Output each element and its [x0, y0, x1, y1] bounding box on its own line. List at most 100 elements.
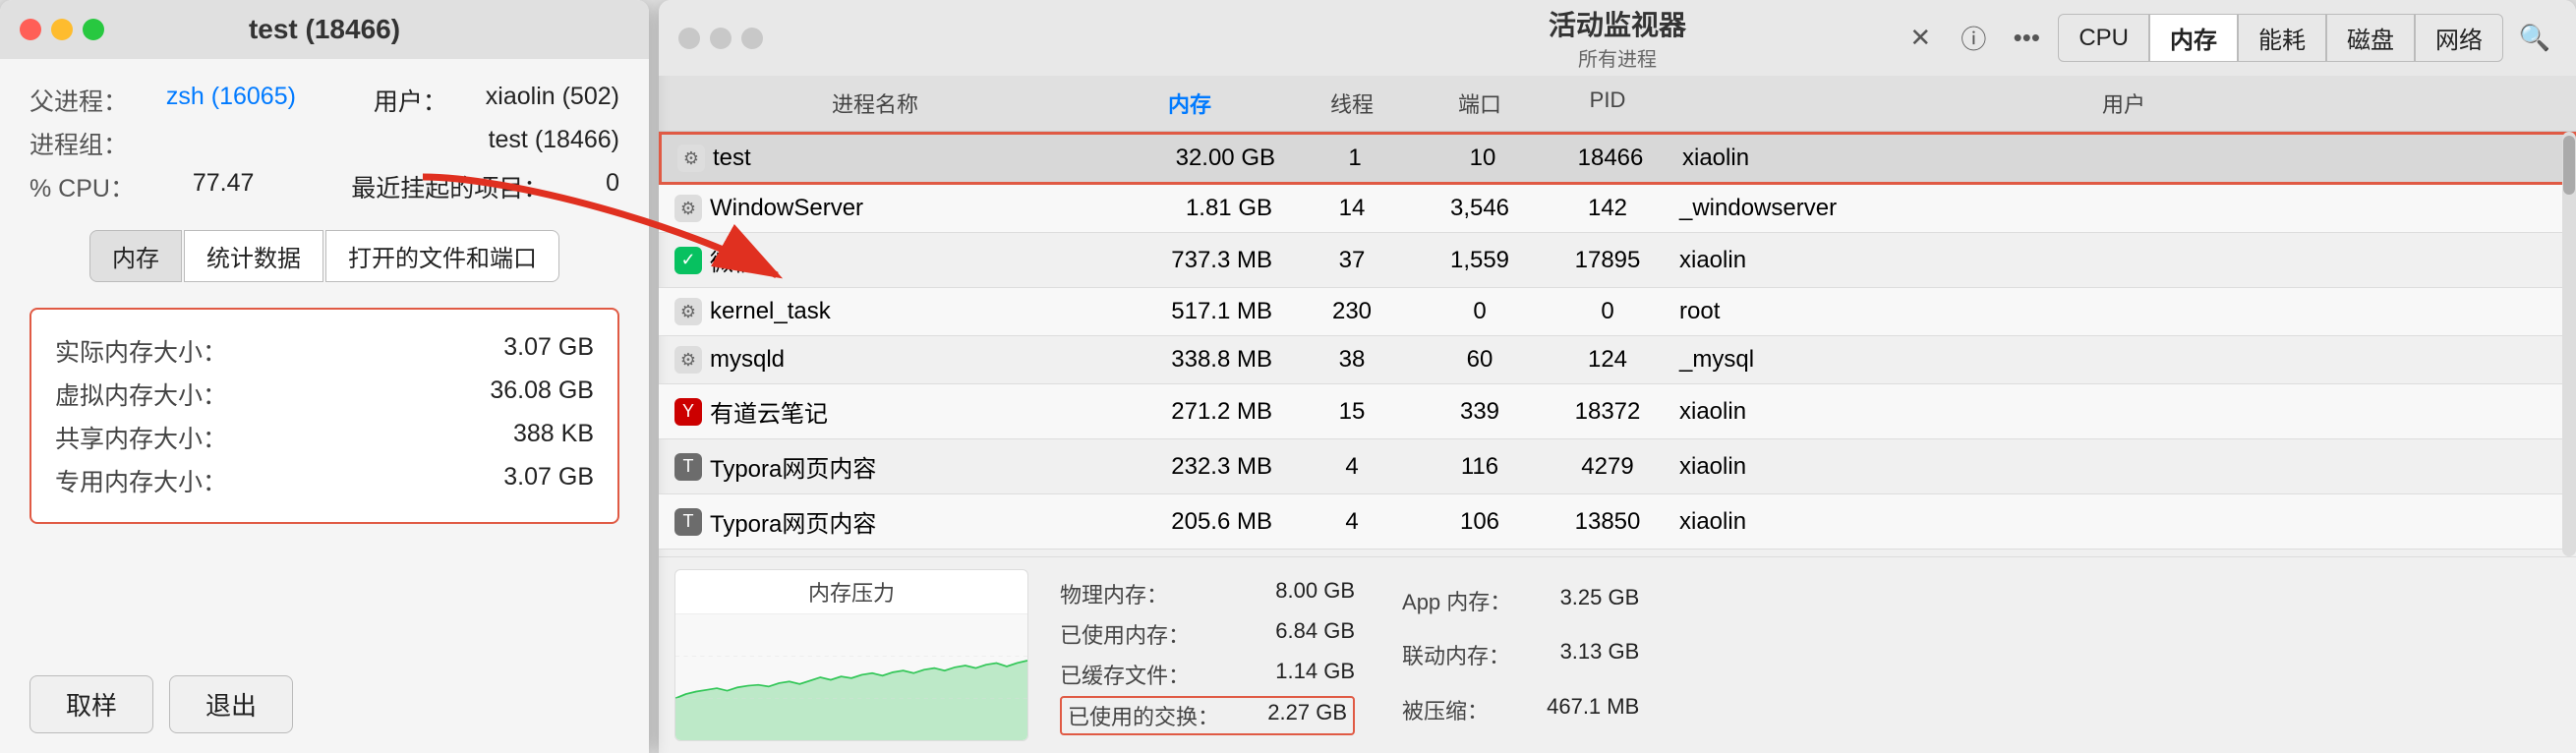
close-button[interactable] — [20, 19, 41, 40]
right-minimize-button[interactable] — [710, 28, 732, 49]
user-cell: xiaolin — [1671, 243, 2576, 278]
memory-cell: 517.1 MB — [1091, 294, 1288, 329]
virtual-memory-row: 虚拟内存大小： 36.08 GB — [55, 373, 594, 416]
shared-memory-row: 共享内存大小： 388 KB — [55, 416, 594, 459]
tab-files[interactable]: 打开的文件和端口 — [325, 230, 559, 282]
pid-cell: 124 — [1544, 342, 1671, 377]
threads-cell: 1 — [1291, 141, 1419, 176]
ports-cell: 1,559 — [1416, 243, 1544, 278]
cpu-value: 77.47 — [193, 169, 255, 204]
tab-stats[interactable]: 统计数据 — [184, 230, 323, 282]
ports-cell: 60 — [1416, 342, 1544, 377]
minimize-button[interactable] — [51, 19, 73, 40]
process-name-cell: Y 有道云笔记 — [659, 390, 1091, 433]
recent-hang-label: 最近挂起的项目： — [351, 169, 548, 204]
ports-cell: 116 — [1416, 449, 1544, 485]
view-tabs: CPU 内存 能耗 磁盘 网络 — [2058, 14, 2503, 62]
app-memory-label: App 内存： — [1402, 585, 1511, 616]
parent-process-link[interactable]: zsh (16065) — [166, 83, 296, 118]
th-memory[interactable]: 内存 — [1091, 84, 1288, 123]
right-titlebar: 活动监视器 所有进程 ✕ ⓘ ••• CPU 内存 能耗 磁盘 网络 🔍 — [659, 0, 2576, 76]
generic-icon: ⚙ — [674, 298, 702, 325]
user-cell: xiaolin — [1671, 394, 2576, 430]
scrollbar-thumb[interactable] — [2563, 136, 2575, 195]
used-memory-label: 已使用内存： — [1060, 618, 1190, 650]
process-name-text: 有道云笔记 — [710, 394, 828, 429]
memory-cell: 338.8 MB — [1091, 342, 1288, 377]
process-name-text: kernel_task — [710, 298, 831, 325]
pressure-graph — [675, 614, 1027, 740]
scrollbar[interactable] — [2562, 132, 2576, 556]
process-name-text: Typora网页内容 — [710, 504, 876, 539]
tab-cpu[interactable]: CPU — [2058, 14, 2149, 62]
typora-icon: T — [674, 508, 702, 536]
right-maximize-button[interactable] — [741, 28, 763, 49]
tab-memory[interactable]: 内存 — [89, 230, 182, 282]
memory-detail-box: 实际内存大小： 3.07 GB 虚拟内存大小： 36.08 GB 共享内存大小：… — [29, 308, 619, 524]
th-pid[interactable]: PID — [1544, 84, 1671, 123]
tabs-row: 内存 统计数据 打开的文件和端口 — [0, 214, 649, 292]
private-memory-row: 专用内存大小： 3.07 GB — [55, 459, 594, 502]
maximize-button[interactable] — [83, 19, 104, 40]
tab-memory-right[interactable]: 内存 — [2149, 14, 2238, 62]
generic-icon: ⚙ — [674, 346, 702, 374]
table-row[interactable]: T Typora网页内容 232.3 MB 4 116 4279 xiaolin — [659, 439, 2576, 494]
table-row[interactable]: T Typora网页内容 205.6 MB 4 106 13850 xiaoli… — [659, 494, 2576, 550]
bottom-section: 内存压力 物理内存： 8.00 GB 已使用内存： 6 — [659, 556, 2576, 753]
swap-used-label: 已使用的交换： — [1068, 700, 1219, 731]
th-threads[interactable]: 线程 — [1288, 84, 1416, 123]
memory-cell: 205.6 MB — [1091, 504, 1288, 540]
tab-energy[interactable]: 能耗 — [2238, 14, 2326, 62]
pid-cell: 0 — [1544, 294, 1671, 329]
memory-cell: 1.81 GB — [1091, 191, 1288, 226]
virtual-memory-label: 虚拟内存大小： — [55, 376, 227, 412]
sample-button[interactable]: 取样 — [29, 675, 153, 733]
private-memory-value: 3.07 GB — [503, 463, 594, 498]
pid-cell: 18372 — [1544, 394, 1671, 430]
quit-button[interactable]: 退出 — [169, 675, 293, 733]
process-name-cell: ⚙ WindowServer — [659, 191, 1091, 226]
app-memory-stat: App 内存： 3.25 GB — [1402, 582, 1639, 619]
process-name-cell: ⚙ mysqld — [659, 342, 1091, 377]
tab-network[interactable]: 网络 — [2415, 14, 2503, 62]
cpu-label: % CPU： — [29, 169, 135, 204]
threads-cell: 14 — [1288, 191, 1416, 226]
th-user[interactable]: 用户 — [1671, 84, 2576, 123]
wired-memory-label: 联动内存： — [1402, 639, 1510, 670]
ports-cell: 3,546 — [1416, 191, 1544, 226]
search-icon-button[interactable]: 🔍 — [2513, 17, 2556, 60]
table-row[interactable]: ⚙ test 32.00 GB 1 10 18466 xiaolin — [659, 132, 2576, 185]
wired-memory-stat: 联动内存： 3.13 GB — [1402, 636, 1639, 673]
table-row[interactable]: Y 有道云笔记 271.2 MB 15 339 18372 xiaolin — [659, 384, 2576, 439]
table-row[interactable]: ⚙ kernel_task 517.1 MB 230 0 0 root — [659, 288, 2576, 336]
ports-cell: 106 — [1416, 504, 1544, 540]
th-ports[interactable]: 端口 — [1416, 84, 1544, 123]
app-subtitle: 所有进程 — [1549, 43, 1686, 72]
more-button[interactable]: ••• — [2005, 17, 2048, 60]
actual-memory-row: 实际内存大小： 3.07 GB — [55, 329, 594, 373]
generic-icon: ⚙ — [677, 145, 705, 172]
generic-icon: ⚙ — [674, 195, 702, 222]
user-cell: _mysql — [1671, 342, 2576, 377]
threads-cell: 15 — [1288, 394, 1416, 430]
stats-box-left: 物理内存： 8.00 GB 已使用内存： 6.84 GB 已缓存文件： 1.14… — [1044, 569, 1371, 741]
info-button[interactable]: ⓘ — [1952, 17, 1995, 60]
physical-memory-stat: 物理内存： 8.00 GB — [1060, 575, 1355, 612]
tab-disk[interactable]: 磁盘 — [2326, 14, 2415, 62]
table-row[interactable]: ⚙ WindowServer 1.81 GB 14 3,546 142 _win… — [659, 185, 2576, 233]
table-row[interactable]: ✓ 微信 737.3 MB 37 1,559 17895 xiaolin — [659, 233, 2576, 288]
window-title: test (18466) — [249, 14, 400, 45]
recent-hang-value: 0 — [606, 169, 619, 204]
right-close-button[interactable] — [678, 28, 700, 49]
virtual-memory-value: 36.08 GB — [490, 376, 594, 412]
th-process-name[interactable]: 进程名称 — [659, 84, 1091, 123]
wired-memory-value: 3.13 GB — [1541, 639, 1639, 670]
stop-button[interactable]: ✕ — [1899, 17, 1942, 60]
compressed-value: 467.1 MB — [1541, 694, 1639, 725]
private-memory-label: 专用内存大小： — [55, 463, 227, 498]
cached-files-label: 已缓存文件： — [1060, 659, 1190, 690]
user-cell: xiaolin — [1671, 504, 2576, 540]
physical-memory-value: 8.00 GB — [1257, 578, 1355, 609]
left-titlebar: test (18466) — [0, 0, 649, 59]
table-row[interactable]: ⚙ mysqld 338.8 MB 38 60 124 _mysql — [659, 336, 2576, 384]
